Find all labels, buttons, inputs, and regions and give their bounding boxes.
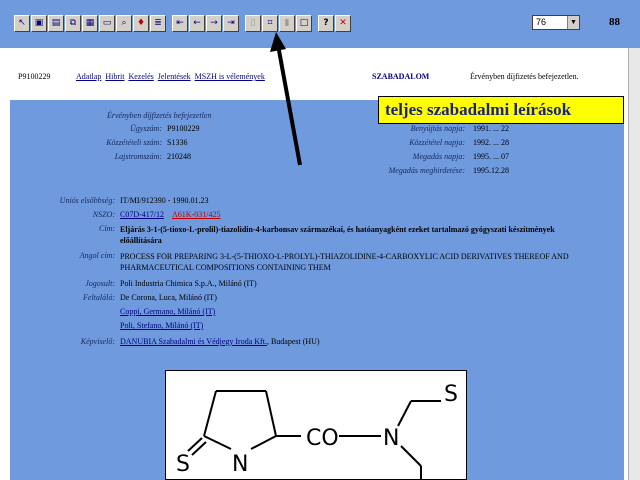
pointer-arrow — [270, 32, 302, 166]
